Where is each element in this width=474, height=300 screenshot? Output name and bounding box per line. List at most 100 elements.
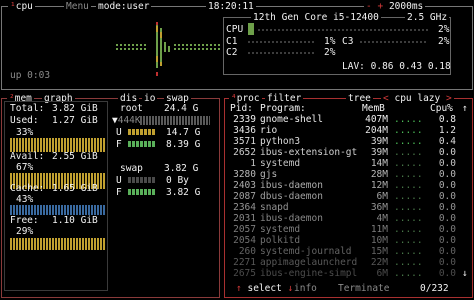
- process-cpu-graph: .....: [394, 224, 423, 235]
- col-cpu[interactable]: Cpu%: [430, 103, 453, 114]
- process-cpu: 1.2: [438, 125, 456, 136]
- process-list: 2339 gnome-shell 407M..... 0.8 3436 rio 204M..…: [226, 114, 470, 282]
- select-label: select: [247, 283, 282, 294]
- process-cpu: 0.0: [438, 224, 456, 235]
- menu-tab[interactable]: Menu: [64, 1, 91, 12]
- mode-tab[interactable]: mode:user: [96, 1, 152, 12]
- process-row[interactable]: 2675 ibus-engine-simpl 6M..... 0.0: [226, 268, 470, 279]
- process-row[interactable]: 2057 systemd 11M..... 0.0: [226, 224, 470, 235]
- process-row[interactable]: 2652 ibus-extension-gt 39M..... 0.0: [226, 147, 470, 158]
- disk-swap-free-label: F: [116, 187, 122, 198]
- process-name: polkitd: [260, 235, 301, 246]
- process-name: systemd: [260, 224, 301, 235]
- mem-free-pct: 29%: [16, 226, 34, 237]
- disk-swap-label: swap: [120, 163, 143, 174]
- process-cpu: 0.0: [438, 180, 456, 191]
- cpu-total-label: CPU: [226, 24, 244, 35]
- process-name: dbus-daemon: [260, 191, 323, 202]
- col-pid[interactable]: Pid:: [230, 103, 253, 114]
- scroll-up-icon[interactable]: ↑: [462, 103, 468, 114]
- refresh-increase-button[interactable]: +: [377, 1, 383, 12]
- cpu-tab[interactable]: ¹cpu: [8, 1, 35, 12]
- process-row[interactable]: 1 systemd 14M..... 0.0: [226, 158, 470, 169]
- process-row[interactable]: 3571 python3 39M..... 0.4: [226, 136, 470, 147]
- mem-free-label: Free:: [10, 215, 39, 226]
- process-cpu-graph: .....: [394, 202, 423, 213]
- footer-info[interactable]: info: [292, 283, 319, 294]
- refresh-interval: 2000ms: [388, 1, 424, 12]
- process-mem: 407M: [365, 114, 388, 125]
- cpu-total-pct: 2%: [438, 24, 450, 35]
- disk-swap-used-bar: [128, 177, 156, 183]
- process-mem: 12M: [370, 180, 388, 191]
- mem-used-label: Used:: [10, 115, 39, 126]
- disk-swap-free-value: 3.82 G: [166, 187, 201, 198]
- process-pid: 3280: [233, 169, 256, 180]
- col-memb[interactable]: MemB: [362, 103, 385, 114]
- process-mem: 28M: [370, 169, 388, 180]
- process-pid: 3571: [233, 136, 256, 147]
- process-pid: 1: [250, 158, 256, 169]
- footer-select[interactable]: ↑ select ↓: [234, 283, 296, 294]
- process-row[interactable]: 2364 snapd 36M..... 0.0: [226, 202, 470, 213]
- core-c1-bar: [248, 41, 314, 43]
- mem-cache-value: 1.65 GiB: [52, 183, 98, 194]
- disk-root-free-value: 8.39 G: [166, 139, 201, 150]
- disk-swap-size: 3.82 G: [164, 163, 199, 174]
- process-row[interactable]: 2054 polkitd 10M..... 0.0: [226, 235, 470, 246]
- process-cpu: 0.0: [438, 268, 456, 279]
- process-mem: 4M: [376, 213, 388, 224]
- process-name: snapd: [260, 202, 289, 213]
- disk-root-used-label: U: [116, 127, 122, 138]
- process-row[interactable]: 2087 dbus-daemon 6M..... 0.0: [226, 191, 470, 202]
- process-row[interactable]: 260 systemd-journald 15M..... 0.0: [226, 246, 470, 257]
- process-row[interactable]: 2271 appimagelauncherd 22M..... 0.0: [226, 257, 470, 268]
- process-row[interactable]: 3280 gjs 28M..... 0.0: [226, 169, 470, 180]
- mem-avail-value: 2.55 GiB: [52, 151, 98, 162]
- process-cpu-graph: .....: [394, 180, 423, 191]
- mem-used-graph: [10, 138, 106, 152]
- io-tab[interactable]: io: [142, 93, 158, 104]
- mem-free-graph: [10, 238, 106, 250]
- process-pid: 260: [238, 246, 256, 257]
- process-row[interactable]: 3436 rio 204M..... 1.2: [226, 125, 470, 136]
- core-c1-pct: 1%: [324, 36, 336, 47]
- mode-label: mode:user: [98, 1, 150, 12]
- scroll-down-icon[interactable]: ↓: [462, 268, 468, 279]
- core-c3-pct: 2%: [438, 36, 450, 47]
- mem-total-label: Total:: [10, 103, 45, 114]
- process-cpu-graph: .....: [394, 169, 423, 180]
- process-cpu-graph: .....: [394, 125, 423, 136]
- process-row[interactable]: 2031 ibus-daemon 4M..... 0.0: [226, 213, 470, 224]
- process-cpu: 0.0: [438, 213, 456, 224]
- cpu-frequency: 2.5 GHz: [405, 12, 450, 23]
- disk-swap-free-bar: [128, 189, 156, 195]
- refresh-decrease-button[interactable]: -: [366, 1, 372, 12]
- process-cpu: 0.0: [438, 147, 456, 158]
- process-mem: 204M: [365, 125, 388, 136]
- process-name: ibus-engine-simpl: [260, 268, 358, 279]
- process-row[interactable]: 2339 gnome-shell 407M..... 0.8: [226, 114, 470, 125]
- col-program[interactable]: Program:: [260, 103, 306, 114]
- core-c3-bar: [360, 41, 426, 43]
- refresh-control[interactable]: - + 2000ms: [364, 1, 426, 12]
- footer-terminate[interactable]: Terminate: [336, 283, 392, 294]
- process-mem: 6M: [376, 268, 388, 279]
- process-cpu: 0.0: [438, 257, 456, 268]
- clock: 18:20:11: [206, 1, 256, 12]
- mem-avail-pct: 67%: [16, 162, 34, 173]
- process-pid: 2675: [233, 268, 256, 279]
- process-row[interactable]: 2403 ibus-daemon 12M..... 0.0: [226, 180, 470, 191]
- mem-total-value: 3.82 GiB: [52, 103, 98, 114]
- process-pid: 2271: [233, 257, 256, 268]
- process-mem: 36M: [370, 202, 388, 213]
- select-up-icon[interactable]: ↑: [236, 283, 242, 294]
- process-pid: 2087: [233, 191, 256, 202]
- mem-free-value: 1.10 GiB: [52, 215, 98, 226]
- process-cpu-graph: .....: [394, 147, 423, 158]
- core-c2-pct: 2%: [324, 47, 336, 58]
- process-pid: 2057: [233, 224, 256, 235]
- cpu-model: 12th Gen Core i5-12400: [251, 12, 381, 23]
- process-cpu-graph: .....: [394, 268, 423, 279]
- process-cpu: 0.0: [438, 169, 456, 180]
